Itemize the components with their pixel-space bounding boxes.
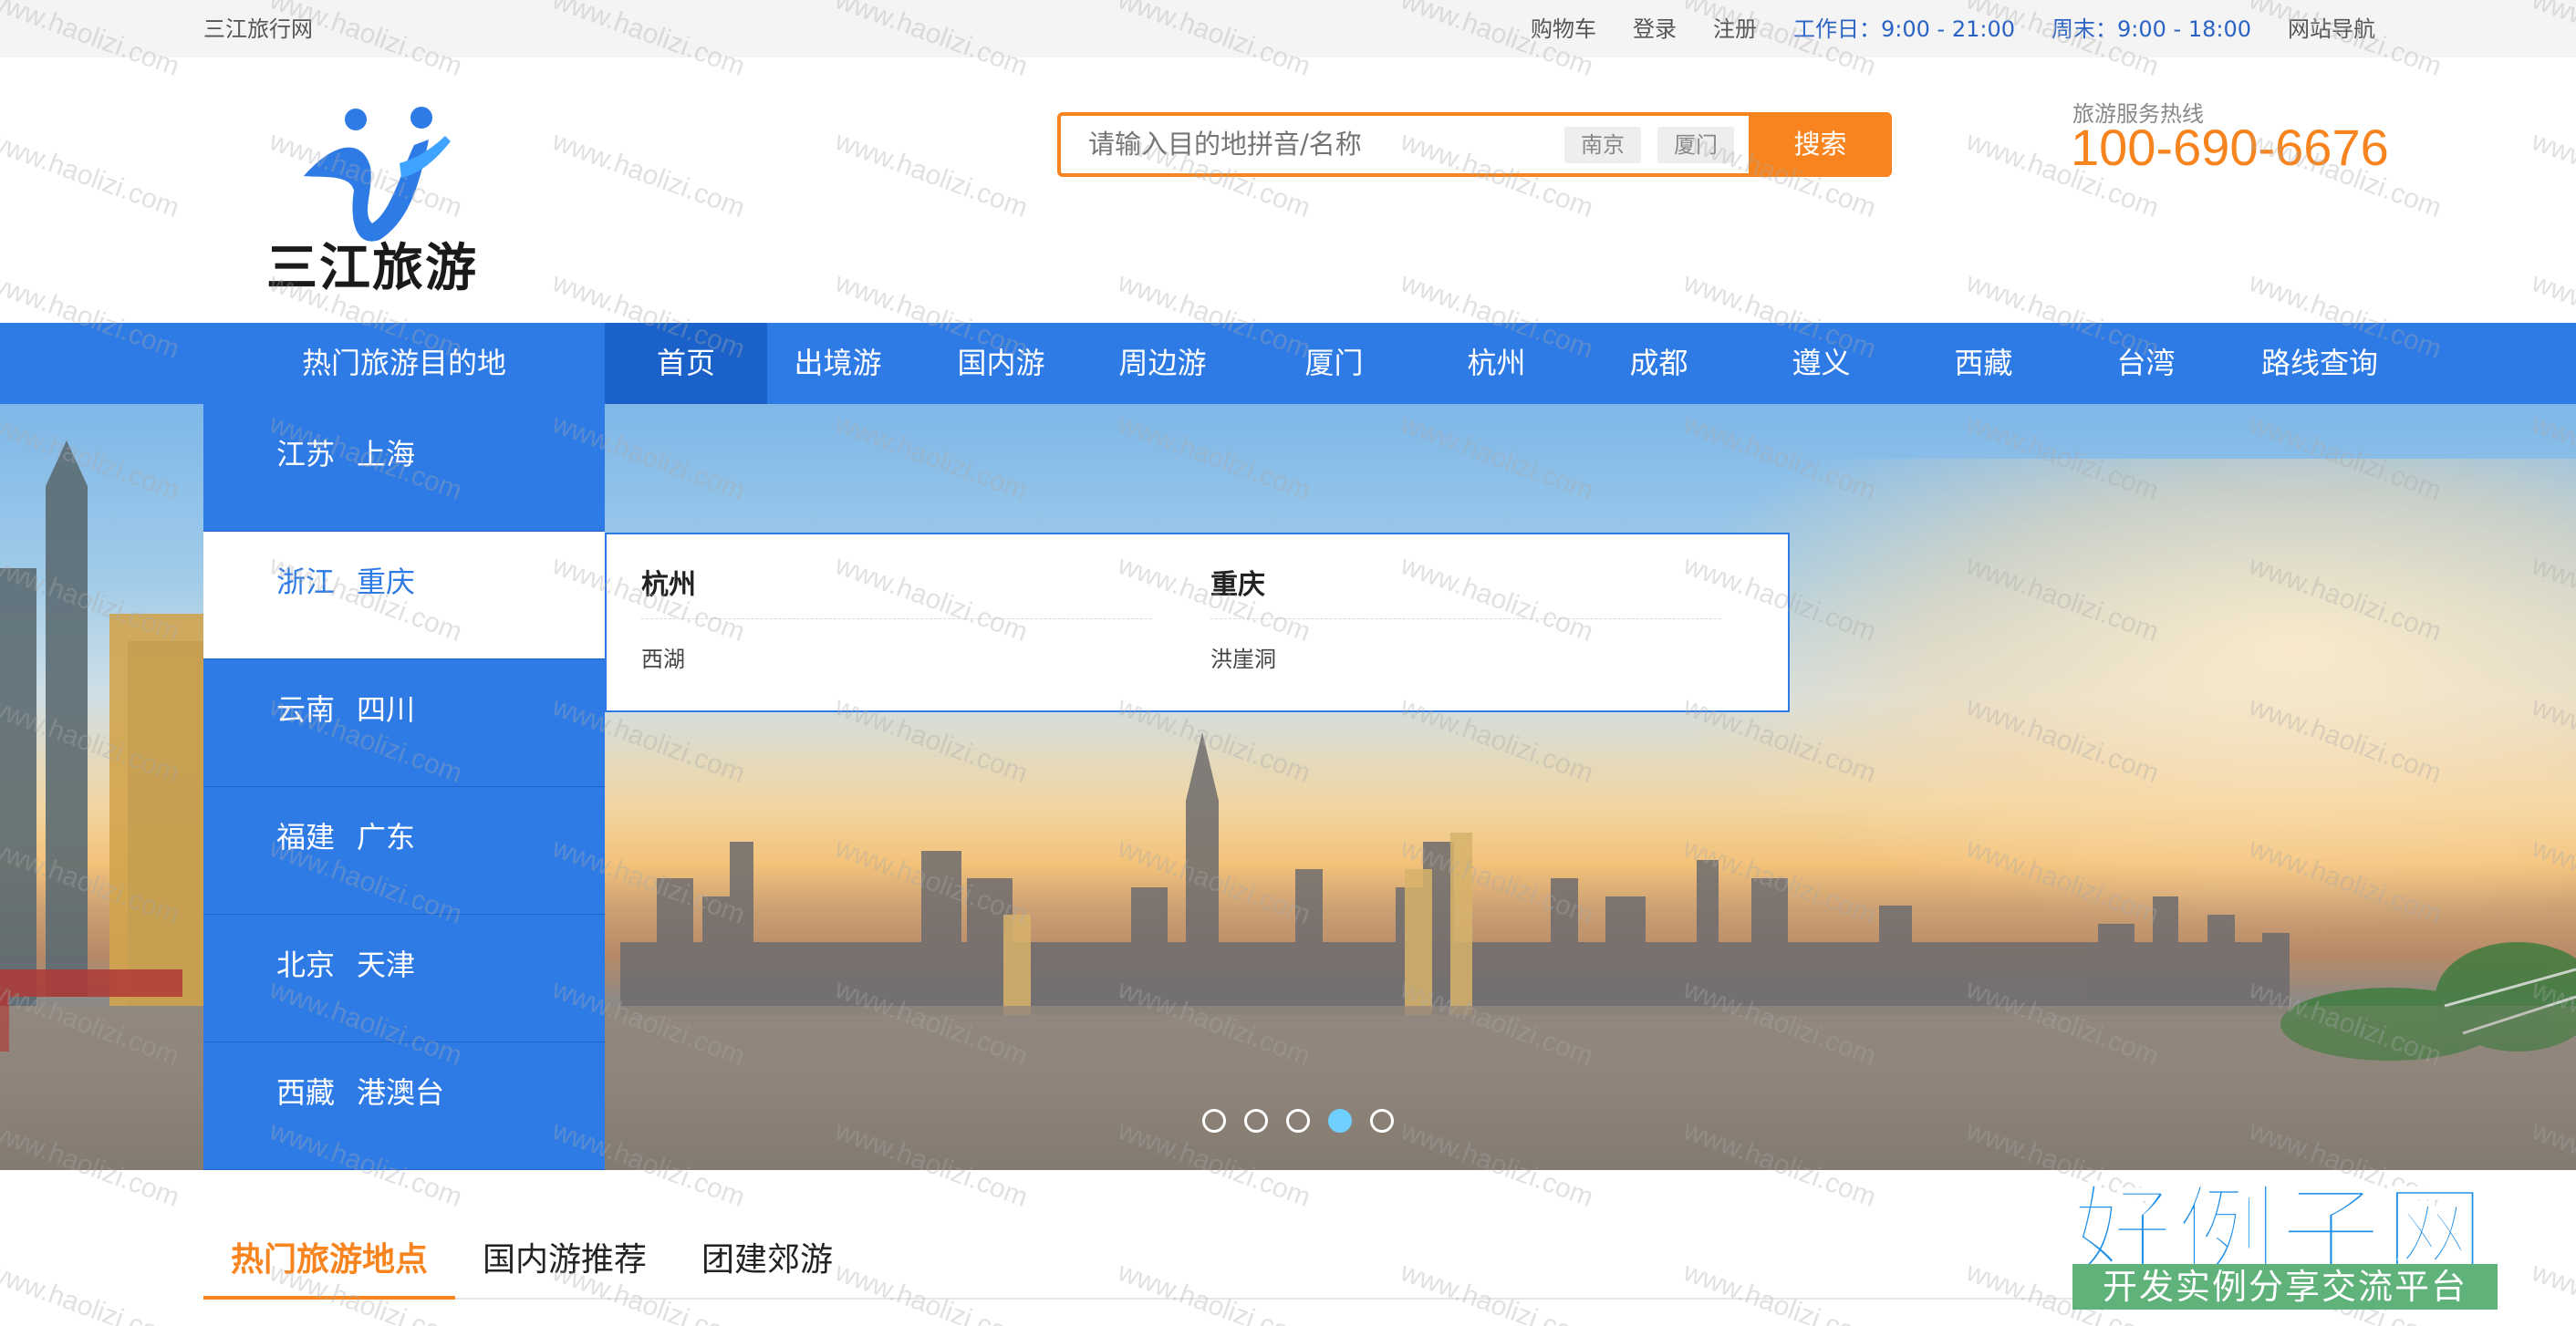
login-link[interactable]: 登录 xyxy=(1633,11,1677,43)
dropdown-column: 重庆 洪崖洞 xyxy=(1210,562,1721,673)
watermark-text: www.haolizi.com xyxy=(1679,1257,1880,1326)
hot-destinations-heading[interactable]: 热门旅游目的地 xyxy=(203,323,605,404)
nav-item-tibet[interactable]: 西藏 xyxy=(1913,323,2054,404)
register-link[interactable]: 注册 xyxy=(1713,11,1757,43)
content-tabs: 热门旅游地点 国内游推荐 团建郊游 xyxy=(203,1233,860,1300)
site-nav-link[interactable]: 网站导航 xyxy=(2288,11,2375,43)
nav-item-chengdu[interactable]: 成都 xyxy=(1588,323,1729,404)
side-item-fujian-guangdong[interactable]: 福建 广东 xyxy=(203,787,605,915)
side-item-beijing-tianjin[interactable]: 北京 天津 xyxy=(203,915,605,1042)
watermark-text: www.haolizi.com xyxy=(2528,1257,2576,1326)
dropdown-title-hangzhou[interactable]: 杭州 xyxy=(641,562,1152,619)
top-bar: 三江旅行网 购物车 登录 注册 工作日：9:00 - 21:00 周末：9:00… xyxy=(0,0,2576,57)
side-item-label: 广东 xyxy=(357,820,416,855)
nav-item-zunyi[interactable]: 遵义 xyxy=(1750,323,1892,404)
dropdown-link-westlake[interactable]: 西湖 xyxy=(641,641,1152,673)
search-box: 南京 厦门 搜索 xyxy=(1057,112,1892,177)
side-item-tibet-hkmt[interactable]: 西藏 港澳台 xyxy=(203,1042,605,1170)
side-item-label: 天津 xyxy=(357,948,416,982)
logo-figure-icon[interactable] xyxy=(263,103,491,340)
tab-domestic-recommend[interactable]: 国内游推荐 xyxy=(455,1233,674,1300)
city-chip-xiamen[interactable]: 厦门 xyxy=(1657,127,1734,163)
side-item-label: 江苏 xyxy=(276,437,336,471)
watermark-badge: 好例子网 开发实例分享交流平台 xyxy=(2072,1151,2498,1315)
carousel-dot[interactable] xyxy=(1286,1109,1310,1133)
side-item-label: 福建 xyxy=(276,820,336,855)
side-item-label: 上海 xyxy=(357,437,416,471)
carousel-dot-active[interactable] xyxy=(1328,1109,1352,1133)
logo-text[interactable]: 三江旅游 xyxy=(266,227,478,301)
dropdown-title-chongqing[interactable]: 重庆 xyxy=(1210,562,1721,619)
side-item-label: 云南 xyxy=(276,692,336,727)
side-item-label: 重庆 xyxy=(357,565,416,599)
workday-hours: 工作日：9:00 - 21:00 xyxy=(1793,16,2016,42)
page: 三江旅行网 购物车 登录 注册 工作日：9:00 - 21:00 周末：9:00… xyxy=(0,0,2576,1326)
watermark-text: www.haolizi.com xyxy=(1114,1257,1314,1326)
tab-team-outing[interactable]: 团建郊游 xyxy=(674,1233,860,1300)
city-chip-nanjing[interactable]: 南京 xyxy=(1564,127,1641,163)
nav-item-outbound[interactable]: 出境游 xyxy=(767,323,909,404)
nav-item-xiamen[interactable]: 厦门 xyxy=(1263,323,1405,404)
side-item-label: 四川 xyxy=(357,692,416,727)
hotline-number: 100-690-6676 xyxy=(2071,119,2389,176)
cart-link[interactable]: 购物车 xyxy=(1531,11,1596,43)
nav-item-taiwan[interactable]: 台湾 xyxy=(2075,323,2217,404)
main-nav: 热门旅游目的地 首页 出境游 国内游 周边游 厦门 杭州 成都 遵义 西藏 台湾… xyxy=(0,323,2576,404)
side-item-label: 北京 xyxy=(276,948,336,982)
side-item-jiangsu-shanghai[interactable]: 江苏 上海 xyxy=(203,404,605,532)
top-links: 购物车 登录 注册 工作日：9:00 - 21:00 周末：9:00 - 18:… xyxy=(1494,11,2375,43)
destination-side-menu: 江苏 上海 浙江 重庆 云南 四川 福建 广东 北京 天津 西藏 港澳台 xyxy=(203,404,605,1170)
search-button[interactable]: 搜索 xyxy=(1749,112,1892,177)
header: 三江旅游 南京 厦门 搜索 旅游服务热线 100-690-6676 xyxy=(0,57,2576,323)
dropdown-link-hongyadong[interactable]: 洪崖洞 xyxy=(1210,641,1721,673)
nav-item-route-search[interactable]: 路线查询 xyxy=(2238,323,2402,404)
side-item-label: 港澳台 xyxy=(357,1075,445,1110)
watermark-text: www.haolizi.com xyxy=(831,1257,1032,1326)
carousel-dot[interactable] xyxy=(1370,1109,1394,1133)
side-item-yunnan-sichuan[interactable]: 云南 四川 xyxy=(203,659,605,787)
search-input[interactable] xyxy=(1088,116,1544,173)
weekend-hours: 周末：9:00 - 18:00 xyxy=(2051,16,2251,42)
destination-dropdown: 杭州 西湖 重庆 洪崖洞 xyxy=(605,533,1790,712)
dropdown-column: 杭州 西湖 xyxy=(641,562,1152,673)
nav-item-home[interactable]: 首页 xyxy=(605,323,767,404)
carousel-dots xyxy=(1202,1109,1412,1133)
carousel-dot[interactable] xyxy=(1202,1109,1226,1133)
tab-hot-places[interactable]: 热门旅游地点 xyxy=(203,1233,456,1300)
side-item-label: 西藏 xyxy=(276,1075,336,1110)
site-name[interactable]: 三江旅行网 xyxy=(203,11,313,43)
nav-item-nearby[interactable]: 周边游 xyxy=(1092,323,1233,404)
watermark-text: www.haolizi.com xyxy=(0,1257,183,1326)
nav-item-domestic[interactable]: 国内游 xyxy=(930,323,1072,404)
side-item-label: 浙江 xyxy=(276,565,336,599)
carousel-dot[interactable] xyxy=(1244,1109,1268,1133)
nav-item-hangzhou[interactable]: 杭州 xyxy=(1426,323,1567,404)
watermark-text: www.haolizi.com xyxy=(1397,1257,1597,1326)
watermark-badge-subtitle: 开发实例分享交流平台 xyxy=(2072,1264,2498,1310)
side-item-zhejiang-chongqing[interactable]: 浙江 重庆 xyxy=(203,532,605,659)
